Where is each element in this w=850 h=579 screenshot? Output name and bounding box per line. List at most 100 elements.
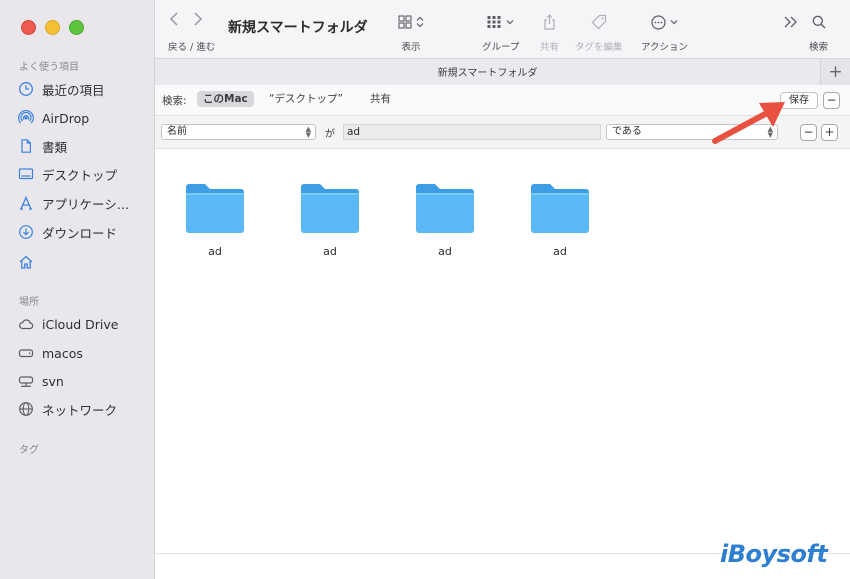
sidebar-item-label: macos xyxy=(42,345,83,361)
locations-section-title: 場所 xyxy=(19,297,39,308)
folder-icon xyxy=(301,184,359,233)
desktop-icon xyxy=(18,166,34,182)
sidebar-item-applications[interactable]: アプリケーシ… xyxy=(18,192,129,214)
group-grid-icon xyxy=(487,16,501,28)
sidebar-item-label: ダウンロード xyxy=(42,225,118,241)
window-controls xyxy=(21,20,84,35)
search-button[interactable]: 検索 xyxy=(809,12,828,53)
sidebar-item-label: iCloud Drive xyxy=(42,316,119,332)
folder-item[interactable]: ad xyxy=(405,179,485,258)
globe-icon xyxy=(18,401,34,417)
network-drive-icon xyxy=(18,373,34,389)
sidebar-item-documents[interactable]: 書類 xyxy=(18,135,67,157)
sidebar-item-macos[interactable]: macos xyxy=(18,342,83,364)
popup-arrows-icon: ▲ ▼ xyxy=(305,125,311,139)
minimize-button[interactable] xyxy=(45,20,60,35)
drive-icon xyxy=(18,345,34,361)
operator-value: である xyxy=(612,126,642,137)
ellipsis-circle-icon xyxy=(651,14,666,30)
folder-name: ad xyxy=(323,245,337,258)
add-criteria-button[interactable]: + xyxy=(821,124,838,141)
folder-icon xyxy=(531,184,589,233)
view-button[interactable]: 表示 xyxy=(398,12,424,53)
tags-section-title: タグ xyxy=(19,445,39,456)
home-icon xyxy=(18,254,34,270)
sidebar-item-airdrop[interactable]: AirDrop xyxy=(18,107,89,129)
folder-name: ad xyxy=(553,245,567,258)
view-label: 表示 xyxy=(401,42,421,53)
chevron-down-icon xyxy=(506,20,514,25)
annotation-arrow-icon xyxy=(712,102,785,144)
nav-label: 戻る / 進む xyxy=(168,42,216,53)
zoom-button[interactable] xyxy=(69,20,84,35)
back-icon[interactable] xyxy=(169,12,179,26)
share-label: 共有 xyxy=(540,42,560,53)
tab-title[interactable]: 新規スマートフォルダ xyxy=(155,64,820,79)
action-button[interactable]: アクション xyxy=(641,12,688,53)
sidebar-item-label: デスクトップ xyxy=(42,167,118,183)
updown-chevron-icon xyxy=(416,16,424,28)
sidebar: よく使う項目 最近の項目 AirDrop 書類 デスクトップ アプリケーシ… ダ… xyxy=(0,0,155,579)
group-button[interactable]: グループ xyxy=(482,12,519,53)
airdrop-icon xyxy=(18,110,34,126)
sidebar-item-label: 書類 xyxy=(42,139,68,155)
download-icon xyxy=(18,224,34,240)
sidebar-item-network[interactable]: ネットワーク xyxy=(18,398,117,420)
edit-tags-label: タグを編集 xyxy=(575,42,623,53)
scope-shared[interactable]: 共有 xyxy=(364,91,397,107)
document-icon xyxy=(18,138,34,154)
sidebar-item-recents[interactable]: 最近の項目 xyxy=(18,78,105,100)
scope-desktop[interactable]: “デスクトップ” xyxy=(263,91,349,107)
forward-icon[interactable] xyxy=(193,12,203,26)
applications-icon xyxy=(18,195,34,211)
finder-window: よく使う項目 最近の項目 AirDrop 書類 デスクトップ アプリケーシ… ダ… xyxy=(0,0,850,579)
tag-icon xyxy=(591,14,606,30)
toolbar: 戻る / 進む 新規スマートフォルダ 表示 グループ 共有 タグを編集 アクショ… xyxy=(155,0,850,58)
action-label: アクション xyxy=(641,42,689,53)
scope-this-mac[interactable]: このMac xyxy=(197,91,254,107)
watermark: iBoysoft xyxy=(720,540,828,568)
remove-search-button[interactable]: − xyxy=(823,92,840,109)
folder-icon xyxy=(416,184,474,233)
folder-icon xyxy=(186,184,244,233)
new-tab-button[interactable]: + xyxy=(820,59,850,85)
clock-icon xyxy=(18,81,34,97)
search-icon xyxy=(812,15,825,29)
favorites-section-title: よく使う項目 xyxy=(19,62,79,73)
window-title: 新規スマートフォルダ xyxy=(228,20,368,36)
folder-name: ad xyxy=(208,245,222,258)
folder-item[interactable]: ad xyxy=(290,179,370,258)
sidebar-item-home[interactable] xyxy=(18,251,42,273)
sidebar-item-downloads[interactable]: ダウンロード xyxy=(18,221,117,243)
group-label: グループ xyxy=(482,42,520,53)
criteria-value-field[interactable]: ad xyxy=(343,124,601,140)
share-icon xyxy=(544,14,555,30)
search-label: 検索 xyxy=(809,42,829,53)
sidebar-item-label: svn xyxy=(42,373,64,389)
chevron-down-icon xyxy=(670,20,678,25)
attribute-popup[interactable]: 名前 ▲ ▼ xyxy=(161,124,316,140)
close-button[interactable] xyxy=(21,20,36,35)
more-toolbar-items-icon[interactable] xyxy=(784,16,798,28)
navigation-buttons xyxy=(169,12,203,26)
folder-item[interactable]: ad xyxy=(175,179,255,258)
attribute-value: 名前 xyxy=(167,126,187,137)
sidebar-item-desktop[interactable]: デスクトップ xyxy=(18,163,117,185)
sidebar-item-icloud[interactable]: iCloud Drive xyxy=(18,313,118,335)
sidebar-item-svn[interactable]: svn xyxy=(18,370,64,392)
share-button[interactable]: 共有 xyxy=(540,12,559,53)
sidebar-item-label: AirDrop xyxy=(42,110,90,126)
folder-item[interactable]: ad xyxy=(520,179,600,258)
remove-criteria-button[interactable]: − xyxy=(800,124,817,141)
scope-label: 検索: xyxy=(162,95,187,107)
sidebar-item-label: アプリケーシ… xyxy=(42,196,130,212)
tab-bar: 新規スマートフォルダ + xyxy=(155,58,850,86)
sidebar-item-label: ネットワーク xyxy=(42,402,118,418)
results-area: ad ad ad ad xyxy=(155,149,850,553)
cloud-icon xyxy=(18,316,34,332)
icon-view-grid-icon xyxy=(398,15,412,29)
edit-tags-button[interactable]: タグを編集 xyxy=(575,12,623,53)
criteria-connector: が xyxy=(325,129,335,140)
sidebar-item-label: 最近の項目 xyxy=(42,82,105,98)
folder-name: ad xyxy=(438,245,452,258)
